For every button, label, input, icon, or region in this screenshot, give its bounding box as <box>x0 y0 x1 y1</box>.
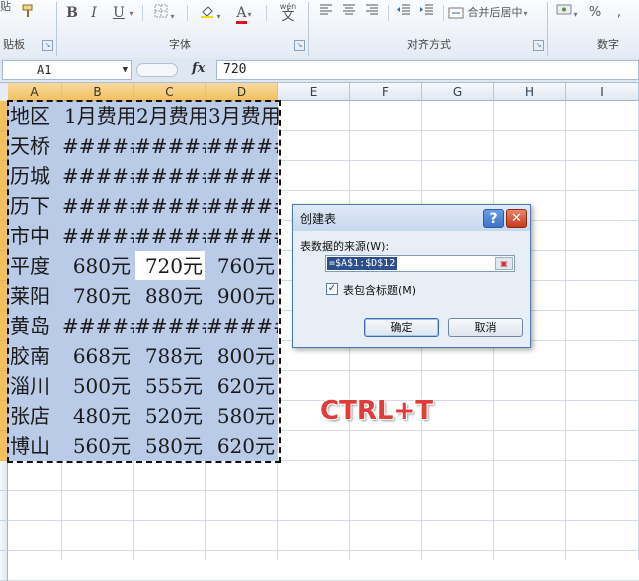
align-center-icon[interactable] <box>339 3 359 23</box>
merge-center-label: 合并后居中 <box>467 6 523 19</box>
accounting-format-icon[interactable]: ▾ <box>554 3 580 23</box>
help-icon[interactable]: ? <box>483 209 504 228</box>
gridline <box>8 490 639 491</box>
align-left-icon[interactable] <box>316 3 336 23</box>
decrease-indent-icon[interactable] <box>394 3 414 23</box>
create-table-dialog: 创建表 ? ✕ 表数据的来源(W): =$A$1:$D$12 ▣ ✓ 表包含标题… <box>292 204 531 348</box>
gridline <box>565 101 566 560</box>
name-box-resize-handle[interactable] <box>136 63 178 77</box>
fill-color-icon[interactable]: ▾ <box>196 3 224 23</box>
formula-controls: fx <box>134 60 214 78</box>
clipboard-launcher-icon[interactable]: ↘ <box>42 40 53 51</box>
dialog-titlebar[interactable]: 创建表 ? ✕ <box>293 205 530 231</box>
collapse-dialog-icon[interactable]: ▣ <box>495 257 513 270</box>
source-range-label: 表数据的来源(W): <box>300 240 390 253</box>
source-range-value: =$A$1:$D$12 <box>327 257 398 270</box>
column-header-i[interactable]: I <box>566 83 639 101</box>
underline-button[interactable]: U <box>110 3 128 23</box>
percent-button[interactable]: % <box>588 3 602 23</box>
formula-input[interactable]: 720 <box>216 60 639 80</box>
ok-button[interactable]: 确定 <box>364 318 439 337</box>
insert-function-icon[interactable]: fx <box>192 60 205 78</box>
source-range-input[interactable]: =$A$1:$D$12 ▣ <box>325 255 515 272</box>
name-box[interactable]: A1 ▼ <box>2 60 132 80</box>
number-group-label: 数字 <box>597 38 619 51</box>
formula-value: 720 <box>223 62 247 77</box>
close-icon[interactable]: ✕ <box>506 209 527 228</box>
row-header[interactable] <box>0 491 8 521</box>
has-headers-label[interactable]: 表包含标题(M) <box>343 282 416 298</box>
align-right-icon[interactable] <box>362 3 382 23</box>
chevron-down-icon[interactable]: ▼ <box>123 61 128 79</box>
increase-indent-icon[interactable] <box>417 3 437 23</box>
phonetic-char: 文 <box>281 9 295 24</box>
column-header-e[interactable]: E <box>278 83 350 101</box>
underline-dropdown-icon[interactable]: ▾ <box>127 3 135 23</box>
merge-center-button[interactable]: 合并后居中▾ <box>448 3 540 23</box>
row-header[interactable] <box>0 551 8 581</box>
paste-button-partial[interactable]: 贴 <box>0 0 11 17</box>
column-header-h[interactable]: H <box>494 83 566 101</box>
alignment-launcher-icon[interactable]: ↘ <box>533 40 544 51</box>
column-header-c[interactable]: C <box>134 83 206 101</box>
copy-marquee <box>7 100 281 463</box>
column-header-b[interactable]: B <box>62 83 134 101</box>
gridline <box>8 550 639 551</box>
clipboard-group-label: 贴板 <box>3 38 25 51</box>
font-color-button[interactable]: A▾ <box>230 3 258 24</box>
font-group-label: 字体 <box>169 38 191 51</box>
format-painter-icon[interactable] <box>20 3 36 23</box>
column-header-g[interactable]: G <box>422 83 494 101</box>
comma-button[interactable]: , <box>614 3 624 23</box>
font-launcher-icon[interactable]: ↘ <box>294 40 305 51</box>
italic-button[interactable]: I <box>86 3 102 23</box>
formula-bar: A1 ▼ fx 720 <box>0 58 639 83</box>
gridline <box>8 520 639 521</box>
column-header-d[interactable]: D <box>206 83 278 101</box>
column-header-f[interactable]: F <box>350 83 422 101</box>
font-color-label: A <box>236 5 247 24</box>
phonetic-button[interactable]: wén 文 <box>272 2 304 24</box>
row-header[interactable] <box>0 521 8 551</box>
ribbon: 贴 贴板 ↘ B I U ▾ ▾ ▾ A▾ wén 文 字体 ↘ 合并后居中▾ <box>0 0 639 59</box>
alignment-group-label: 对齐方式 <box>407 38 451 51</box>
cancel-button[interactable]: 取消 <box>448 318 523 337</box>
shortcut-annotation: CTRL+T <box>320 396 433 426</box>
row-header[interactable] <box>0 461 8 491</box>
bold-button[interactable]: B <box>64 3 80 23</box>
dialog-title: 创建表 <box>300 212 337 226</box>
name-box-value: A1 <box>37 63 52 77</box>
column-header-a[interactable]: A <box>8 83 62 101</box>
border-icon[interactable]: ▾ <box>150 3 178 23</box>
has-headers-checkbox[interactable]: ✓ <box>326 283 338 295</box>
